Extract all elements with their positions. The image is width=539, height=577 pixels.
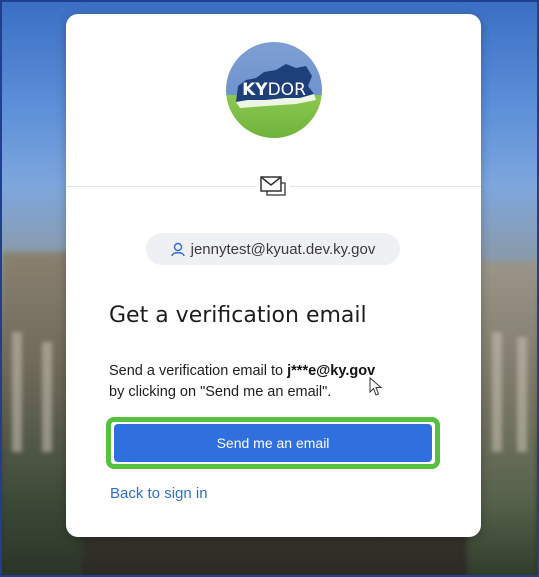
logo-text-dor: DOR: [267, 80, 306, 100]
user-identifier: jennytest@kyuat.dev.ky.gov: [146, 233, 400, 265]
kydor-logo: KYDOR: [226, 42, 322, 138]
description-line2: by clicking on "Send me an email".: [109, 384, 332, 400]
pointer-cursor-icon: [369, 376, 383, 397]
background-column: [492, 332, 502, 452]
button-highlight: Send me an email: [106, 417, 440, 469]
page-title: Get a verification email: [109, 303, 367, 328]
user-icon: [170, 242, 185, 257]
masked-email: j***e@ky.gov: [287, 363, 376, 379]
user-email: jennytest@kyuat.dev.ky.gov: [190, 240, 376, 258]
back-to-sign-in-link[interactable]: Back to sign in: [110, 485, 208, 502]
background-column: [517, 337, 527, 452]
verification-card: KYDOR jennytest@kyuat.dev.ky.gov Get a v…: [66, 14, 481, 537]
description-prefix: Send a verification email to: [109, 363, 288, 379]
logo-wordmark: KYDOR: [226, 80, 322, 100]
mail-icon: [256, 175, 290, 197]
logo-text-ky: KY: [242, 80, 268, 100]
description: Send a verification email to j***e@ky.go…: [109, 361, 449, 403]
background-column: [12, 332, 22, 452]
app-frame: KYDOR jennytest@kyuat.dev.ky.gov Get a v…: [0, 0, 539, 577]
send-email-button[interactable]: Send me an email: [114, 424, 432, 462]
background-column: [42, 342, 52, 452]
